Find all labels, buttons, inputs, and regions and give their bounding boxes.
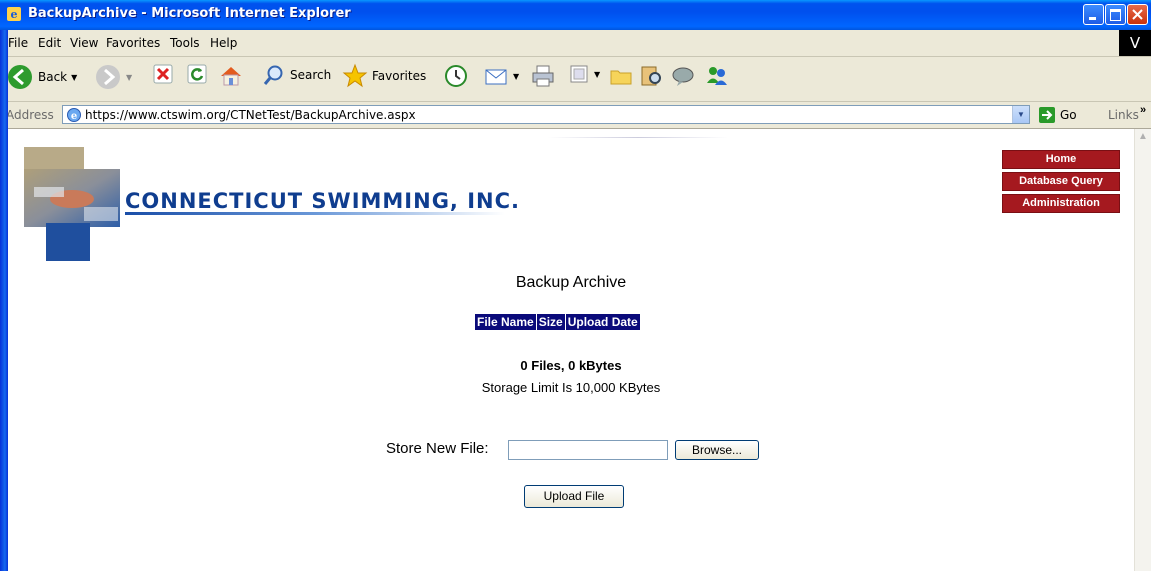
- mail-icon: [485, 69, 507, 85]
- toolbar: Back ▼ ▼ Search Favorites ▼ ▼: [0, 57, 1151, 102]
- chevron-up-icon[interactable]: ▲: [1136, 131, 1150, 145]
- nav-database-query[interactable]: Database Query: [1002, 172, 1120, 191]
- storage-limit: Storage Limit Is 10,000 KBytes: [481, 380, 661, 395]
- browse-button[interactable]: Browse...: [675, 440, 759, 460]
- swimmer-photo: [24, 147, 120, 261]
- address-input[interactable]: e https://www.ctswim.org/CTNetTest/Backu…: [62, 105, 1030, 124]
- messenger-chat-button[interactable]: [670, 63, 696, 89]
- messenger-people-icon: [707, 67, 727, 85]
- discuss-button[interactable]: [608, 63, 634, 89]
- site-logo-title: CONNECTICUT SWIMMING, INC.: [125, 189, 520, 213]
- title-bar: e BackupArchive - Microsoft Internet Exp…: [0, 0, 1151, 30]
- print-icon: [532, 65, 554, 87]
- chat-bubble-icon: [672, 67, 694, 86]
- refresh-button[interactable]: [186, 63, 208, 85]
- search-button[interactable]: Search: [262, 63, 331, 87]
- address-label: Address: [6, 108, 54, 122]
- research-button[interactable]: [638, 63, 664, 89]
- chevron-down-icon[interactable]: ▼: [594, 70, 600, 79]
- forward-arrow-icon: [96, 65, 120, 89]
- messenger-button[interactable]: [704, 63, 730, 89]
- links-label[interactable]: Links: [1108, 108, 1139, 122]
- window-title: BackupArchive - Microsoft Internet Explo…: [28, 6, 351, 21]
- menu-view[interactable]: View: [70, 36, 98, 50]
- maximize-button[interactable]: [1105, 4, 1126, 25]
- menu-edit[interactable]: Edit: [38, 36, 61, 50]
- history-icon: [445, 65, 467, 87]
- vertical-scrollbar[interactable]: ▲: [1134, 129, 1151, 571]
- back-label: Back: [38, 70, 68, 84]
- store-new-file-label: Store New File:: [386, 440, 489, 457]
- close-button[interactable]: [1127, 4, 1148, 25]
- svg-text:e: e: [71, 111, 77, 122]
- favorites-label: Favorites: [372, 69, 427, 83]
- menu-favorites[interactable]: Favorites: [106, 36, 160, 50]
- folder-icon: [610, 70, 632, 85]
- home-button[interactable]: [218, 63, 244, 89]
- windows-logo: V: [1119, 30, 1151, 56]
- file-path-input[interactable]: [508, 440, 668, 460]
- site-nav: Home Database Query Administration: [1002, 150, 1120, 216]
- logo-underline: [125, 212, 505, 215]
- chevron-down-icon[interactable]: ▼: [126, 73, 132, 82]
- forward-button[interactable]: ▼: [94, 63, 132, 91]
- mail-button[interactable]: ▼: [483, 63, 519, 89]
- menu-help[interactable]: Help: [210, 36, 237, 50]
- research-icon: [641, 66, 661, 86]
- column-size: Size: [536, 314, 565, 330]
- go-arrow-icon: [1039, 107, 1055, 123]
- search-icon: [263, 65, 283, 85]
- menu-tools[interactable]: Tools: [170, 36, 200, 50]
- menu-file[interactable]: File: [8, 36, 28, 50]
- upload-file-button[interactable]: Upload File: [524, 485, 624, 508]
- address-url: https://www.ctswim.org/CTNetTest/BackupA…: [85, 108, 416, 122]
- chevron-down-icon: ▼: [1017, 110, 1025, 119]
- decorative-line: [548, 137, 728, 138]
- address-dropdown-button[interactable]: ▼: [1012, 106, 1029, 123]
- refresh-icon: [187, 64, 207, 84]
- column-upload-date: Upload Date: [565, 314, 640, 330]
- file-summary: 0 Files, 0 kBytes: [520, 358, 622, 373]
- page-icon: e: [67, 108, 81, 122]
- chevron-double-right-icon[interactable]: »: [1140, 104, 1146, 116]
- address-bar: Address e https://www.ctswim.org/CTNetTe…: [0, 102, 1151, 129]
- menu-bar: File Edit View Favorites Tools Help: [0, 30, 1151, 57]
- search-label: Search: [290, 68, 332, 82]
- minimize-button[interactable]: [1083, 4, 1104, 25]
- nav-administration[interactable]: Administration: [1002, 194, 1120, 213]
- column-file-name: File Name: [475, 314, 536, 330]
- favorites-button[interactable]: Favorites: [342, 63, 426, 89]
- star-icon: [342, 63, 368, 88]
- close-icon: [1132, 9, 1143, 20]
- svg-text:e: e: [11, 8, 18, 21]
- page-content: CONNECTICUT SWIMMING, INC. Home Database…: [8, 129, 1134, 571]
- edit-button[interactable]: ▼: [568, 63, 600, 85]
- table-header-row: File Name Size Upload Date: [475, 314, 640, 330]
- home-icon: [221, 67, 241, 86]
- go-label: Go: [1060, 108, 1077, 122]
- stop-button[interactable]: [152, 63, 174, 85]
- back-arrow-icon: [8, 65, 32, 89]
- stop-icon: [153, 64, 173, 84]
- chevron-down-icon[interactable]: ▼: [513, 72, 519, 81]
- edit-icon: [570, 65, 588, 83]
- back-button[interactable]: Back ▼: [6, 63, 77, 91]
- chevron-down-icon[interactable]: ▼: [71, 73, 77, 82]
- window-left-border: [0, 30, 8, 571]
- print-button[interactable]: [530, 63, 556, 89]
- page-title: Backup Archive: [515, 274, 627, 291]
- ie-icon: e: [7, 7, 21, 21]
- browser-window: e BackupArchive - Microsoft Internet Exp…: [0, 0, 1151, 571]
- nav-home[interactable]: Home: [1002, 150, 1120, 169]
- go-button[interactable]: Go: [1038, 106, 1077, 124]
- history-button[interactable]: [443, 63, 469, 89]
- file-table: File Name Size Upload Date: [474, 313, 641, 331]
